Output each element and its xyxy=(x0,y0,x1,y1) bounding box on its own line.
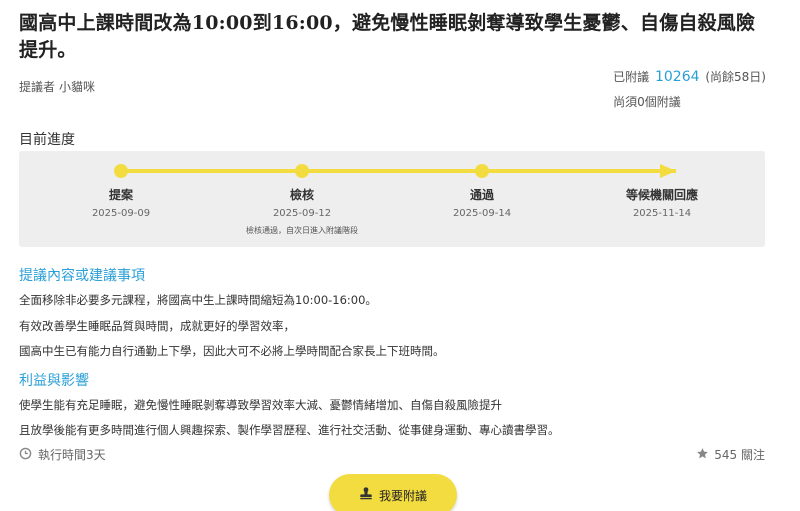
content-line: 有效改善學生睡眠品質與時間，成就更好的學習效率， xyxy=(19,319,295,333)
proposer-label: 提議者 xyxy=(19,80,56,94)
stamp-icon xyxy=(359,486,373,504)
follow-count-text: 545 關注 xyxy=(714,448,765,462)
star-icon xyxy=(696,447,709,463)
stage-date: 2025-11-14 xyxy=(632,208,692,219)
content-line: 國高中生已有能力自行通勤上下學，因此大可不必將上學時間配合家長上下班時間。 xyxy=(19,344,445,358)
clock-icon xyxy=(19,447,32,463)
stage-label: 通過 xyxy=(469,188,494,202)
progress-track xyxy=(121,169,676,173)
stage-label: 檢核 xyxy=(289,188,314,202)
execution-time: 執行時間3天 xyxy=(19,446,106,463)
benefits-line: 且放學後能有更多時間進行個人興趣探索、製作學習歷程、進行社交活動、從事健身運動、… xyxy=(19,423,560,437)
signature-prefix: 已附議 xyxy=(613,70,650,84)
page-title: 國高中上課時間改為10:00到16:00，避免慢性睡眠剝奪導致學生憂鬱、自傷自殺… xyxy=(19,12,756,61)
benefits-heading: 利益與影響 xyxy=(19,373,89,389)
stage-awaiting-response: 等候機關回應 2025-11-14 xyxy=(592,186,732,219)
stage-proposal: 提案 2025-09-09 xyxy=(51,186,191,219)
stage-label: 提案 xyxy=(108,188,133,202)
execution-time-text: 執行時間3天 xyxy=(38,448,106,462)
progress-timeline: 提案 2025-09-09 檢核 2025-09-12 檢核通過，自次日進入附議… xyxy=(19,151,765,247)
stage-review: 檢核 2025-09-12 檢核通過，自次日進入附議階段 xyxy=(232,186,372,236)
progress-title: 目前進度 xyxy=(19,132,75,148)
signatures-needed: 尚須0個附議 xyxy=(613,95,681,109)
sign-button-label: 我要附議 xyxy=(378,488,427,503)
benefits-line: 使學生能有充足睡眠，避免慢性睡眠剝奪導致學習效率大減、憂鬱情緒增加、自傷自殺風險… xyxy=(19,398,502,412)
signature-stats: 已附議 10264 (尚餘58日) 尚須0個附議 xyxy=(613,68,766,111)
stage-dot-proposal xyxy=(114,164,128,178)
progress-arrow-icon xyxy=(660,164,676,178)
signature-count: 10264 xyxy=(654,69,700,85)
content-line: 全面移除非必要多元課程，將國高中生上課時間縮短為10:00-16:00。 xyxy=(19,293,377,307)
stage-note: 檢核通過，自次日進入附議階段 xyxy=(246,226,358,235)
stage-passed: 通過 2025-09-14 xyxy=(412,186,552,219)
stage-date: 2025-09-14 xyxy=(452,208,512,219)
stage-dot-review xyxy=(295,164,309,178)
content-heading: 提議內容或建議事項 xyxy=(19,268,145,284)
proposer-name: 小貓咪 xyxy=(59,80,96,94)
sign-petition-button[interactable]: 我要附議 xyxy=(329,474,457,511)
follow-counter[interactable]: 545 關注 xyxy=(696,446,765,463)
stage-label: 等候機關回應 xyxy=(625,188,698,202)
stage-dot-passed xyxy=(475,164,489,178)
stage-date: 2025-09-12 xyxy=(272,208,332,219)
days-remaining: (尚餘58日) xyxy=(705,70,766,84)
signature-count-row: 已附議 10264 (尚餘58日) xyxy=(613,68,766,86)
stage-date: 2025-09-09 xyxy=(91,208,151,219)
proposer-info: 提議者 小貓咪 xyxy=(19,78,95,95)
